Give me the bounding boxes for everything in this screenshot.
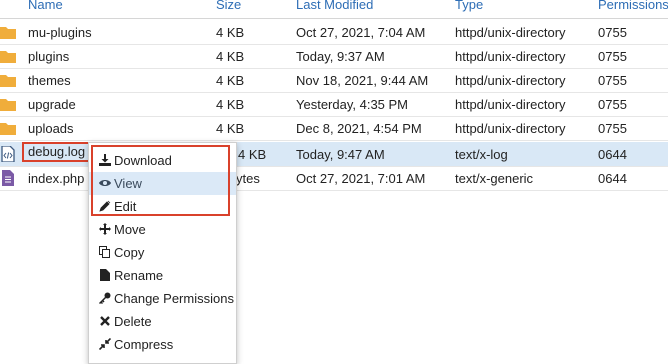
file-modified: Oct 27, 2021, 7:04 AM [296,25,426,40]
table-row[interactable]: themes 4 KB Nov 18, 2021, 9:44 AM httpd/… [0,68,668,93]
file-icon [2,170,14,186]
folder-icon [0,99,16,111]
file-permissions: 0755 [598,49,627,64]
file-size: 4 KB [216,25,245,40]
folder-icon [0,51,16,63]
file-modified: Today, 9:37 AM [296,49,385,64]
file-name[interactable]: upgrade [28,97,76,112]
column-header-size[interactable]: Size [216,0,241,12]
menu-item-download[interactable]: Download [89,149,236,172]
file-type: text/x-generic [455,171,534,186]
context-menu: Download View Edit Move Copy Rename Chan… [88,142,237,364]
menu-item-copy[interactable]: Copy [89,241,236,264]
file-type: httpd/unix-directory [455,121,566,136]
file-name[interactable]: mu-plugins [28,25,92,40]
file-modified: Yesterday, 4:35 PM [296,97,409,112]
column-header-name[interactable]: Name [28,0,63,12]
file-size: 4 KB [216,121,245,136]
x-icon [100,316,110,326]
file-size: 4 KB [216,73,245,88]
file-modified: Today, 9:47 AM [296,147,385,162]
file-permissions: 0755 [598,121,627,136]
file-name[interactable]: debug.log [22,142,92,162]
eye-icon [99,180,111,186]
file-size: 4 KB [216,97,245,112]
file-type: text/x-log [455,147,508,162]
file-permissions: 0644 [598,147,627,162]
file-permissions: 0755 [598,73,627,88]
move-icon [99,223,111,235]
table-row[interactable]: plugins 4 KB Today, 9:37 AM httpd/unix-d… [0,44,668,69]
file-size: 4 KB [216,49,245,64]
file-name[interactable]: plugins [28,49,69,64]
key-icon [99,292,111,304]
file-type: httpd/unix-directory [455,25,566,40]
copy-icon [99,246,110,258]
file-table-header: Name Size Last Modified Type Permissions [0,0,668,19]
column-header-permissions[interactable]: Permissions [598,0,668,12]
menu-item-rename[interactable]: Rename [89,264,236,287]
file-type: httpd/unix-directory [455,97,566,112]
file-permissions: 0755 [598,97,627,112]
menu-item-edit[interactable]: Edit [89,195,236,218]
pencil-icon [99,200,111,212]
menu-item-compress[interactable]: Compress [89,333,236,356]
file-size: 4 KB [238,147,267,162]
table-row[interactable]: mu-plugins 4 KB Oct 27, 2021, 7:04 AM ht… [0,20,668,45]
file-type: httpd/unix-directory [455,73,566,88]
column-header-last-modified[interactable]: Last Modified [296,0,373,12]
table-row[interactable]: uploads 4 KB Dec 8, 2021, 4:54 PM httpd/… [0,116,668,141]
file-icon [100,269,110,281]
menu-item-move[interactable]: Move [89,218,236,241]
file-name[interactable]: index.php [28,171,84,186]
code-file-icon [1,146,15,162]
file-modified: Nov 18, 2021, 9:44 AM [296,73,429,88]
compress-icon [99,338,111,350]
file-name[interactable]: themes [28,73,71,88]
file-permissions: 0644 [598,171,627,186]
file-type: httpd/unix-directory [455,49,566,64]
folder-icon [0,27,16,39]
folder-icon [0,75,16,87]
column-header-type[interactable]: Type [455,0,483,12]
menu-item-change-permissions[interactable]: Change Permissions [89,287,236,310]
menu-item-view[interactable]: View [89,172,236,195]
folder-icon [0,123,16,135]
menu-item-delete[interactable]: Delete [89,310,236,333]
file-permissions: 0755 [598,25,627,40]
file-modified: Oct 27, 2021, 7:01 AM [296,171,426,186]
table-row[interactable]: upgrade 4 KB Yesterday, 4:35 PM httpd/un… [0,92,668,117]
file-modified: Dec 8, 2021, 4:54 PM [296,121,422,136]
file-size: ytes [236,171,260,186]
file-name[interactable]: uploads [28,121,74,136]
download-icon [99,154,111,166]
